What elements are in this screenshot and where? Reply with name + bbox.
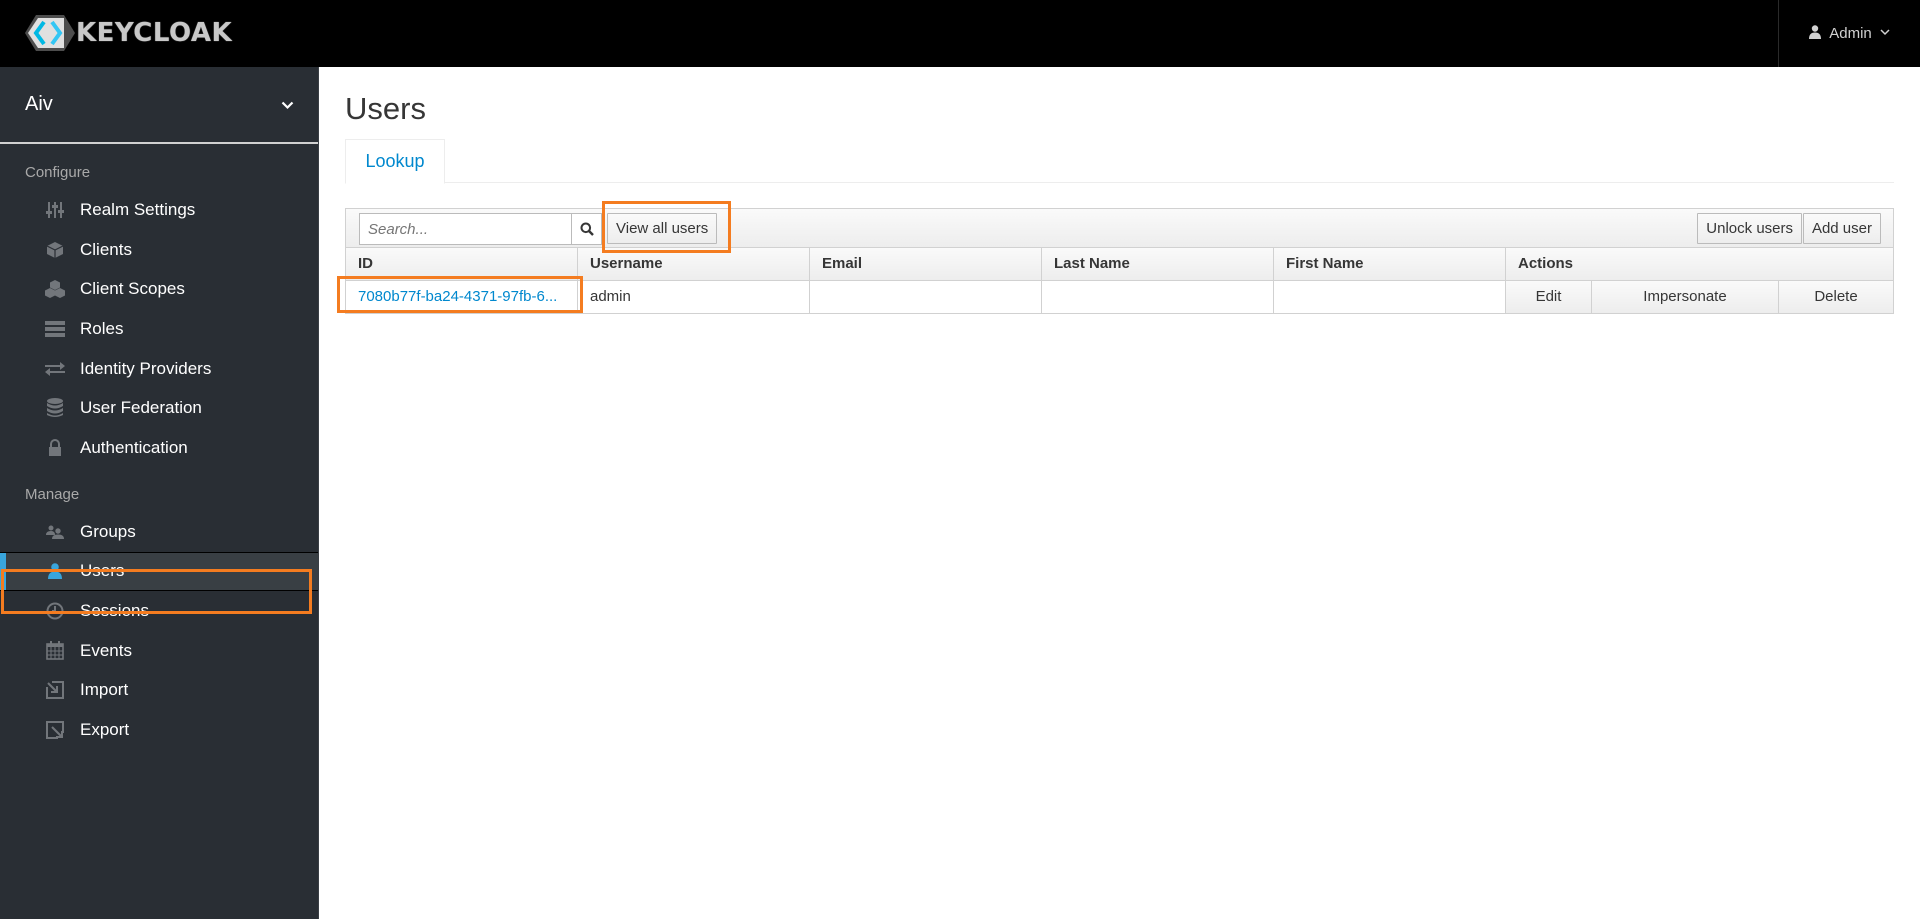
sidebar-item-events[interactable]: Events [0,631,318,671]
edit-button[interactable]: Edit [1506,281,1592,312]
sidebar-item-import[interactable]: Import [0,671,318,711]
column-header-last-name[interactable]: Last Name [1041,248,1274,281]
sliders-icon [44,201,66,218]
sidebar-item-label: Client Scopes [80,279,185,299]
list-icon [44,320,66,337]
sidebar-item-label: User Federation [80,398,202,418]
main-content: Users Lookup View all users Unlock users… [319,67,1920,919]
last-name-cell [1041,279,1274,314]
export-icon [44,721,66,740]
section-manage: Manage [25,485,80,503]
chevron-down-icon [281,97,294,113]
user-menu-label: Admin [1829,25,1872,42]
search-icon [580,222,594,236]
sidebar-item-label: Clients [80,239,132,259]
users-table-container: View all users Unlock users Add user ID … [345,208,1894,314]
sidebar-item-export[interactable]: Export [0,710,318,750]
unlock-users-button[interactable]: Unlock users [1697,213,1802,244]
cube-icon [44,241,66,259]
realm-selector[interactable]: Aiv [0,67,318,144]
sidebar-item-user-federation[interactable]: User Federation [0,388,318,428]
sidebar-item-label: Identity Providers [80,358,212,378]
sidebar-item-label: Authentication [80,437,188,457]
table-toolbar: View all users Unlock users Add user [345,208,1894,248]
username-cell: admin [577,279,810,314]
column-header-actions: Actions [1505,248,1894,281]
sidebar-item-roles[interactable]: Roles [0,309,318,349]
keycloak-logo-icon [25,15,75,51]
clock-icon [44,602,66,620]
add-user-button[interactable]: Add user [1802,213,1881,244]
configure-nav: Realm Settings Clients Client Scopes Rol… [0,190,318,468]
sidebar-item-realm-settings[interactable]: Realm Settings [0,190,318,230]
sidebar-item-label: Sessions [80,601,149,621]
page-title: Users [345,91,426,126]
sidebar-item-authentication[interactable]: Authentication [0,428,318,468]
sidebar-item-label: Events [80,640,132,660]
realm-name: Aiv [25,93,53,115]
delete-button[interactable]: Delete [1779,281,1893,312]
user-icon [1809,24,1822,43]
tab-lookup[interactable]: Lookup [345,139,445,184]
sidebar-item-label: Users [80,561,125,581]
actions-cell: Edit Impersonate Delete [1505,279,1894,314]
keycloak-logo[interactable]: KEYCLOAK [24,14,232,52]
sidebar-item-label: Roles [80,318,124,338]
email-cell [809,279,1042,314]
sidebar-item-client-scopes[interactable]: Client Scopes [0,269,318,309]
section-configure: Configure [25,164,91,181]
tab-bar: Lookup [345,139,1894,184]
top-navbar: KEYCLOAK Admin [0,0,1920,67]
sidebar-item-identity-providers[interactable]: Identity Providers [0,349,318,389]
sidebar: Aiv Configure Realm Settings Clients Cli… [0,67,319,919]
column-header-first-name[interactable]: First Name [1273,248,1506,281]
lock-icon [44,439,66,457]
cubes-icon [44,280,66,299]
user-menu[interactable]: Admin [1778,0,1920,67]
sidebar-item-label: Realm Settings [80,199,196,219]
brand-name: KEYCLOAK [76,18,233,48]
sidebar-item-label: Groups [80,521,136,541]
users-table: ID Username Email Last Name First Name A… [345,248,1894,314]
sidebar-item-label: Import [80,680,129,700]
search-input[interactable] [359,213,572,245]
impersonate-button[interactable]: Impersonate [1592,281,1779,312]
database-icon [44,398,66,418]
column-header-username[interactable]: Username [577,248,810,281]
sidebar-item-label: Export [80,720,130,740]
table-row: 7080b77f-ba24-4371-97fb-6... admin Edit … [345,279,1894,314]
calendar-icon [44,641,66,661]
search-button[interactable] [572,213,602,245]
exchange-icon [44,361,66,376]
table-header-row: ID Username Email Last Name First Name A… [345,248,1894,281]
sidebar-item-sessions[interactable]: Sessions [0,591,318,631]
import-icon [44,681,66,700]
sidebar-item-clients[interactable]: Clients [0,230,318,270]
first-name-cell [1273,279,1506,314]
column-header-id[interactable]: ID [345,248,578,281]
column-header-email[interactable]: Email [809,248,1042,281]
user-icon [44,563,66,580]
view-all-users-button[interactable]: View all users [607,213,718,244]
sidebar-item-groups[interactable]: Groups [0,512,318,552]
manage-nav: Groups Users Sessions Events Import Expo… [0,512,318,750]
sidebar-item-users[interactable]: Users [0,551,318,592]
user-id-link[interactable]: 7080b77f-ba24-4371-97fb-6... [345,279,578,314]
users-icon [44,525,66,539]
chevron-down-icon [1880,28,1890,39]
